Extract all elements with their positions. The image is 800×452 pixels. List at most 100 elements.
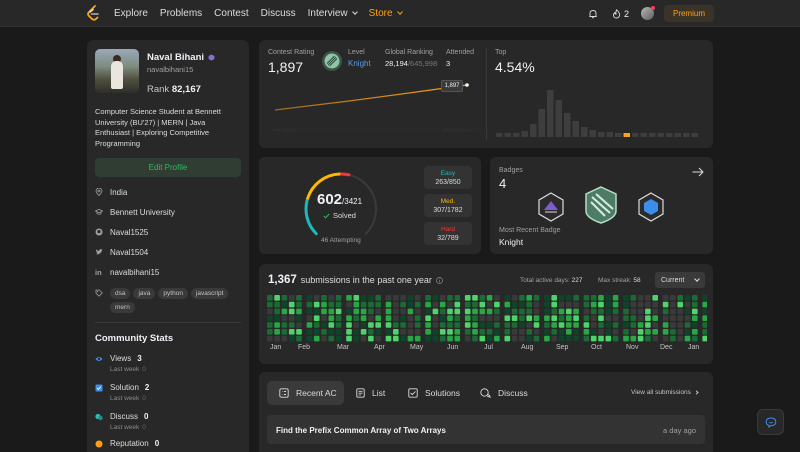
- heatmap-cell[interactable]: [281, 308, 288, 315]
- tab-recent-ac[interactable]: Recent AC: [279, 381, 337, 405]
- heatmap-cell[interactable]: [662, 301, 669, 308]
- heatmap-cell[interactable]: [677, 335, 683, 342]
- heatmap-cell[interactable]: [360, 301, 367, 308]
- heatmap-cell[interactable]: [486, 295, 493, 301]
- heatmap-cell[interactable]: [566, 295, 572, 301]
- heatmap-cell[interactable]: [504, 315, 511, 321]
- heatmap-cell[interactable]: [558, 322, 565, 328]
- heatmap-cell[interactable]: [464, 301, 471, 308]
- heatmap-cell[interactable]: [346, 322, 352, 328]
- heatmap-cell[interactable]: [400, 329, 406, 335]
- heatmap-cell[interactable]: [533, 315, 540, 321]
- heatmap-cell[interactable]: [526, 295, 532, 301]
- heatmap-cell[interactable]: [692, 308, 698, 315]
- heatmap-cell[interactable]: [573, 315, 579, 321]
- heatmap-cell[interactable]: [425, 329, 431, 335]
- heatmap-cell[interactable]: [598, 315, 604, 321]
- heatmap-cell[interactable]: [598, 322, 604, 328]
- heatmap-cell[interactable]: [296, 335, 302, 342]
- heatmap-cell[interactable]: [296, 322, 302, 328]
- heatmap-cell[interactable]: [407, 335, 414, 342]
- heatmap-cell[interactable]: [702, 315, 707, 321]
- heatmap-cell[interactable]: [267, 295, 273, 301]
- heatmap-cell[interactable]: [612, 329, 619, 335]
- heatmap-cell[interactable]: [296, 301, 302, 308]
- edit-profile-button[interactable]: Edit Profile: [95, 158, 241, 177]
- heatmap-cell[interactable]: [385, 329, 392, 335]
- skill-tag[interactable]: javascript: [190, 288, 229, 299]
- heatmap-cell[interactable]: [432, 329, 439, 335]
- heatmap-cell[interactable]: [375, 329, 381, 335]
- heatmap-cell[interactable]: [368, 329, 374, 335]
- heatmap-cell[interactable]: [479, 308, 486, 315]
- heatmap-cell[interactable]: [439, 329, 446, 335]
- heatmap-cell[interactable]: [306, 295, 313, 301]
- heatmap-cell[interactable]: [544, 295, 550, 301]
- heatmap-cell[interactable]: [605, 301, 612, 308]
- heatmap-cell[interactable]: [360, 322, 367, 328]
- heatmap-cell[interactable]: [306, 335, 313, 342]
- heatmap-cell[interactable]: [605, 308, 612, 315]
- heatmap-cell[interactable]: [385, 295, 392, 301]
- heatmap-cell[interactable]: [662, 295, 669, 301]
- heatmap-cell[interactable]: [281, 322, 288, 328]
- heatmap-cell[interactable]: [479, 329, 486, 335]
- heatmap-cell[interactable]: [573, 295, 579, 301]
- skill-tag[interactable]: java: [133, 288, 156, 299]
- heatmap-cell[interactable]: [612, 335, 619, 342]
- heatmap-cell[interactable]: [328, 315, 335, 321]
- heatmap-cell[interactable]: [519, 329, 525, 335]
- heatmap-cell[interactable]: [432, 322, 439, 328]
- heatmap-cell[interactable]: [407, 322, 414, 328]
- heatmap-cell[interactable]: [400, 315, 406, 321]
- heatmap-cell[interactable]: [598, 301, 604, 308]
- heatmap-cell[interactable]: [684, 315, 691, 321]
- heatmap-cell[interactable]: [368, 308, 374, 315]
- github-row[interactable]: Naval1525: [95, 222, 241, 242]
- heatmap-cell[interactable]: [511, 308, 518, 315]
- heatmap-cell[interactable]: [432, 335, 439, 342]
- heatmap-cell[interactable]: [439, 308, 446, 315]
- submission-title[interactable]: Find the Prefix Common Array of Two Arra…: [276, 426, 446, 435]
- heatmap-cell[interactable]: [637, 322, 644, 328]
- heatmap-cell[interactable]: [393, 315, 399, 321]
- feedback-chat-button[interactable]: [757, 409, 784, 435]
- year-select[interactable]: Current: [655, 272, 705, 288]
- heatmap-cell[interactable]: [346, 295, 352, 301]
- heatmap-cell[interactable]: [288, 301, 295, 308]
- heatmap-cell[interactable]: [375, 335, 381, 342]
- heatmap-cell[interactable]: [281, 315, 288, 321]
- heatmap-cell[interactable]: [313, 301, 320, 308]
- heatmap-cell[interactable]: [425, 335, 431, 342]
- heatmap-cell[interactable]: [684, 308, 691, 315]
- heatmap-cell[interactable]: [321, 301, 327, 308]
- heatmap-cell[interactable]: [321, 329, 327, 335]
- heatmap-cell[interactable]: [296, 308, 302, 315]
- heatmap-cell[interactable]: [702, 301, 707, 308]
- heatmap-cell[interactable]: [645, 315, 651, 321]
- heatmap-cell[interactable]: [288, 315, 295, 321]
- heatmap-cell[interactable]: [353, 295, 360, 301]
- heatmap-cell[interactable]: [288, 329, 295, 335]
- heatmap-cell[interactable]: [407, 315, 414, 321]
- heatmap-cell[interactable]: [353, 308, 360, 315]
- heatmap-cell[interactable]: [677, 301, 683, 308]
- heatmap-cell[interactable]: [623, 322, 629, 328]
- github-text[interactable]: Naval1525: [110, 228, 148, 237]
- heatmap-cell[interactable]: [637, 301, 644, 308]
- heatmap-cell[interactable]: [612, 301, 619, 308]
- heatmap-cell[interactable]: [583, 335, 590, 342]
- heatmap-cell[interactable]: [479, 301, 486, 308]
- heatmap-cell[interactable]: [504, 335, 511, 342]
- heatmap-cell[interactable]: [692, 301, 698, 308]
- heatmap-cell[interactable]: [645, 308, 651, 315]
- heatmap-cell[interactable]: [313, 335, 320, 342]
- heatmap-cell[interactable]: [590, 295, 597, 301]
- heatmap-cell[interactable]: [313, 308, 320, 315]
- heatmap-cell[interactable]: [645, 335, 651, 342]
- heatmap-cell[interactable]: [400, 335, 406, 342]
- heatmap-cell[interactable]: [472, 322, 478, 328]
- heatmap-cell[interactable]: [414, 315, 421, 321]
- heatmap-cell[interactable]: [464, 329, 471, 335]
- heatmap-cell[interactable]: [393, 322, 399, 328]
